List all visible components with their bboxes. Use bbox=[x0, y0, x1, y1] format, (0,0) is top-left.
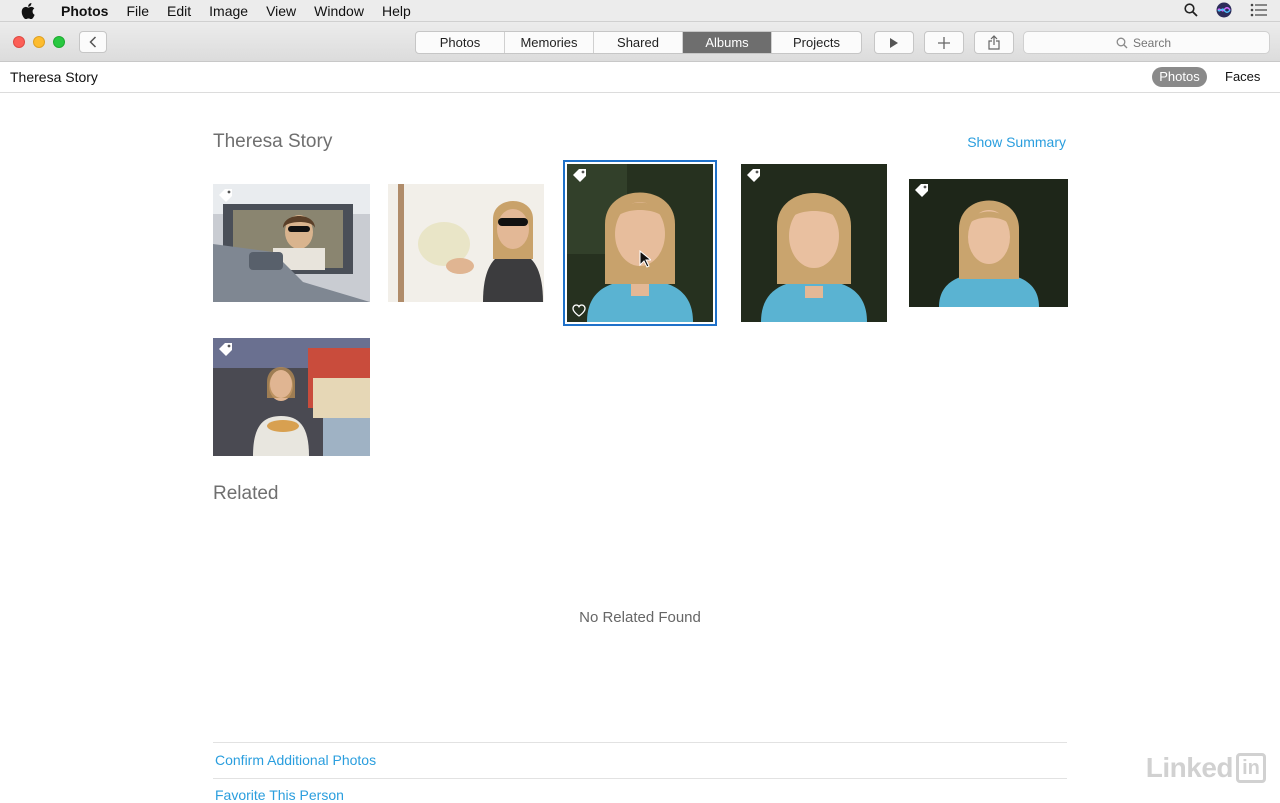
menu-file[interactable]: File bbox=[117, 0, 158, 22]
photo-portrait-image bbox=[741, 164, 887, 322]
person-header: Theresa Story Photos Faces bbox=[0, 62, 1280, 93]
close-window-button[interactable] bbox=[13, 36, 25, 48]
share-icon bbox=[988, 35, 1000, 50]
related-section-title: Related bbox=[213, 483, 279, 504]
tab-person-faces[interactable]: Faces bbox=[1225, 69, 1260, 84]
play-icon bbox=[890, 37, 898, 48]
menu-edit[interactable]: Edit bbox=[158, 0, 200, 22]
share-button[interactable] bbox=[974, 31, 1014, 54]
zoom-window-button[interactable] bbox=[53, 36, 65, 48]
search-field[interactable] bbox=[1023, 31, 1270, 54]
favorite-person-link[interactable]: Favorite This Person bbox=[215, 787, 344, 803]
photo-thumbnail-selected[interactable] bbox=[563, 160, 717, 326]
menu-image[interactable]: Image bbox=[200, 0, 257, 22]
menu-bar: Photos File Edit Image View Window Help bbox=[0, 0, 1280, 22]
photo-thumbnail[interactable] bbox=[909, 179, 1068, 307]
app-menu-photos[interactable]: Photos bbox=[52, 0, 117, 22]
heart-icon[interactable] bbox=[572, 304, 586, 317]
watermark-box: in bbox=[1236, 753, 1266, 783]
photo-thumbnail[interactable] bbox=[741, 164, 887, 322]
minimize-window-button[interactable] bbox=[33, 36, 45, 48]
photo-sunglasses-image bbox=[388, 184, 544, 302]
tab-projects[interactable]: Projects bbox=[772, 32, 861, 53]
tab-shared[interactable]: Shared bbox=[594, 32, 683, 53]
photo-portrait-image bbox=[567, 164, 713, 322]
photo-portrait-image bbox=[909, 179, 1068, 307]
window-toolbar: Photos Memories Shared Albums Projects bbox=[0, 22, 1280, 62]
photo-thumbnail[interactable] bbox=[213, 338, 370, 456]
slideshow-button[interactable] bbox=[874, 31, 914, 54]
album-title: Theresa Story bbox=[213, 131, 333, 152]
search-input[interactable] bbox=[1133, 35, 1177, 50]
linkedin-watermark: Linked in bbox=[1146, 752, 1266, 784]
no-related-message: No Related Found bbox=[579, 609, 701, 626]
chevron-left-icon bbox=[89, 36, 97, 48]
back-button[interactable] bbox=[79, 31, 107, 53]
confirm-additional-photos-link[interactable]: Confirm Additional Photos bbox=[215, 752, 376, 768]
plus-icon bbox=[938, 36, 950, 49]
view-tabs: Photos Memories Shared Albums Projects bbox=[415, 31, 862, 54]
tag-icon bbox=[573, 169, 586, 182]
photo-thumbnail[interactable] bbox=[213, 184, 370, 302]
spotlight-search-icon[interactable] bbox=[1184, 2, 1198, 20]
photo-car-image bbox=[213, 184, 370, 302]
menu-help[interactable]: Help bbox=[373, 0, 420, 22]
watermark-text: Linked bbox=[1145, 752, 1234, 783]
siri-icon[interactable] bbox=[1216, 2, 1232, 21]
tag-icon bbox=[219, 343, 232, 356]
search-icon bbox=[1116, 37, 1128, 48]
show-summary-link[interactable]: Show Summary bbox=[967, 134, 1066, 150]
photo-thumbnail[interactable] bbox=[388, 184, 544, 302]
tag-icon bbox=[747, 169, 760, 182]
tag-icon bbox=[915, 184, 928, 197]
tab-person-photos[interactable]: Photos bbox=[1152, 67, 1207, 87]
person-name: Theresa Story bbox=[10, 69, 98, 85]
tab-photos[interactable]: Photos bbox=[416, 32, 505, 53]
apple-menu-icon[interactable] bbox=[20, 2, 36, 19]
add-button[interactable] bbox=[924, 31, 964, 54]
tab-albums[interactable]: Albums bbox=[683, 32, 772, 53]
menu-window[interactable]: Window bbox=[305, 0, 373, 22]
divider bbox=[213, 742, 1067, 743]
notification-center-icon[interactable] bbox=[1250, 3, 1268, 20]
tag-icon bbox=[219, 189, 232, 202]
divider bbox=[213, 778, 1067, 779]
photo-market-image bbox=[213, 338, 370, 456]
tab-memories[interactable]: Memories bbox=[505, 32, 594, 53]
menu-view[interactable]: View bbox=[257, 0, 305, 22]
mouse-cursor-icon bbox=[639, 250, 651, 268]
